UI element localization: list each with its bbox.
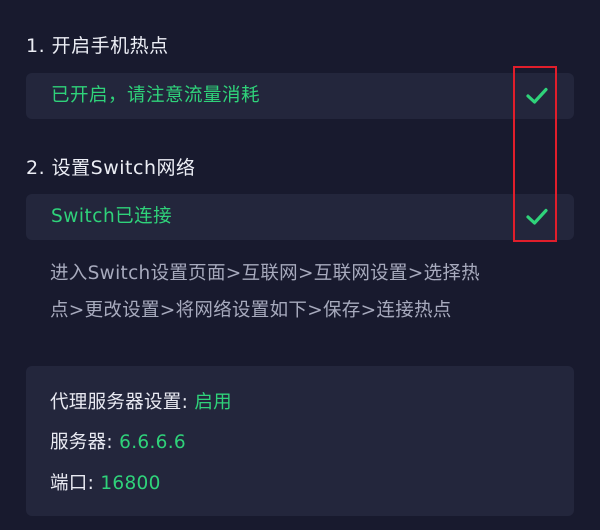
highlight-annotation-box xyxy=(513,66,557,242)
instructions-text: 进入Switch设置页面>互联网>互联网设置>选择热 点>更改设置>将网络设置如… xyxy=(50,255,570,329)
proxy-setting-label: 代理服务器设置: xyxy=(50,392,195,413)
step-1-title: 1. 开启手机热点 xyxy=(26,35,169,57)
switch-status-text: Switch已连接 xyxy=(51,206,173,227)
port-value: 16800 xyxy=(100,473,161,494)
switch-status-bar: Switch已连接 xyxy=(26,194,574,240)
port-row: 端口: 16800 xyxy=(50,469,161,495)
instructions-line-1: 进入Switch设置页面>互联网>互联网设置>选择热 xyxy=(50,263,480,284)
server-label: 服务器: xyxy=(50,432,120,453)
server-row: 服务器: 6.6.6.6 xyxy=(50,428,186,454)
hotspot-status-bar: 已开启，请注意流量消耗 xyxy=(26,73,574,119)
instructions-line-2: 点>更改设置>将网络设置如下>保存>连接热点 xyxy=(50,300,452,321)
server-value: 6.6.6.6 xyxy=(119,432,186,453)
step-2-title: 2. 设置Switch网络 xyxy=(26,157,196,179)
hotspot-status-text: 已开启，请注意流量消耗 xyxy=(51,85,261,106)
port-label: 端口: xyxy=(50,473,101,494)
proxy-settings-card: 代理服务器设置: 启用 服务器: 6.6.6.6 端口: 16800 xyxy=(26,366,574,516)
proxy-setting-value: 启用 xyxy=(194,392,232,413)
proxy-setting-row: 代理服务器设置: 启用 xyxy=(50,388,232,414)
